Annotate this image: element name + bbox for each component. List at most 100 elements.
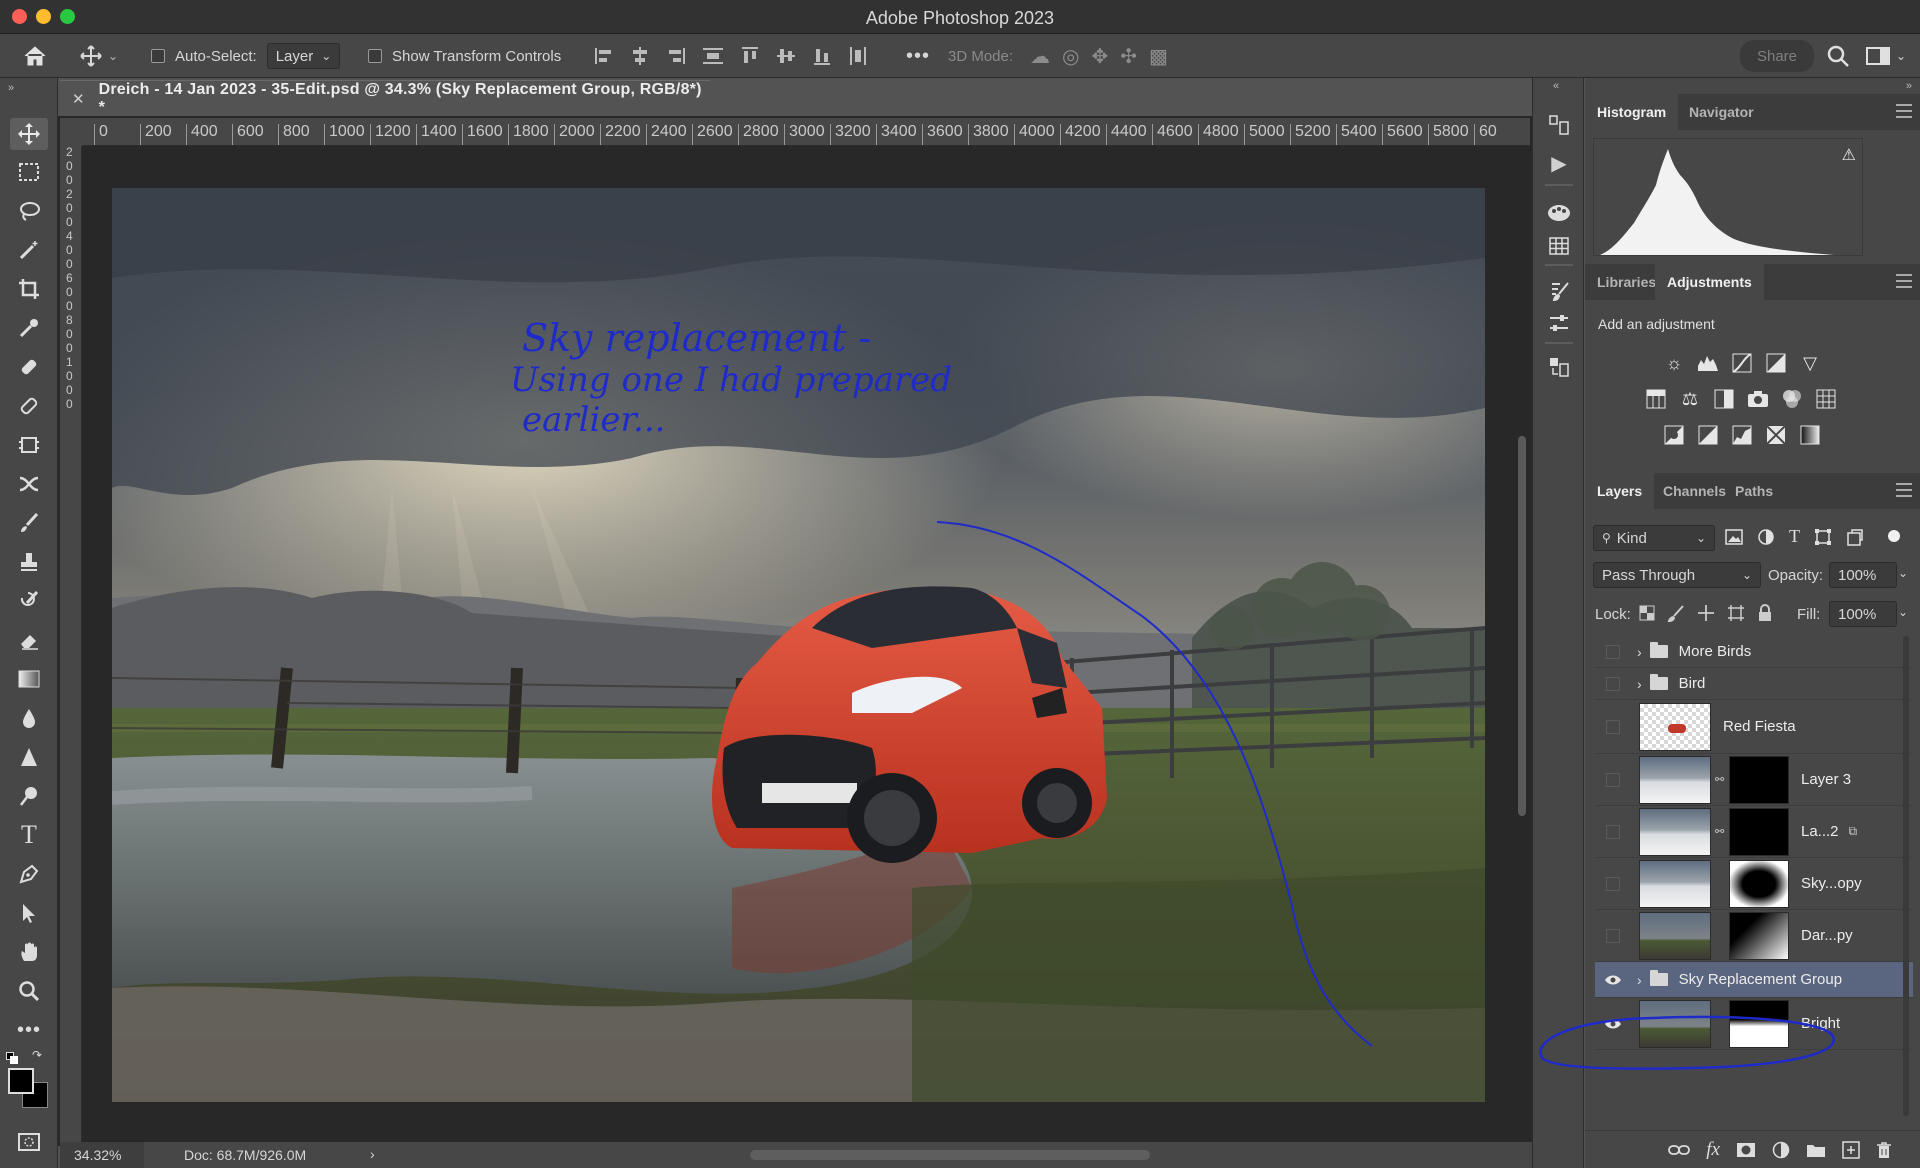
actions-play-icon[interactable]: ▶	[1546, 150, 1572, 176]
horizontal-scroll-thumb[interactable]	[750, 1150, 1150, 1160]
black-white-icon[interactable]	[1713, 388, 1735, 410]
chevron-right-icon[interactable]: ›	[1637, 972, 1642, 988]
visibility-toggle[interactable]	[1603, 874, 1623, 894]
layer-mask-thumbnail[interactable]	[1729, 807, 1789, 856]
type-tool-icon[interactable]: T	[10, 819, 48, 851]
link-icon[interactable]: ⚯	[1715, 773, 1725, 786]
clone-stamp-tool-icon[interactable]	[10, 546, 48, 578]
new-adjustment-layer-icon[interactable]	[1772, 1141, 1790, 1159]
shuffle-tool-icon[interactable]	[10, 468, 48, 500]
brush-settings-icon[interactable]	[1546, 278, 1572, 304]
healing-brush-tool-icon[interactable]	[10, 351, 48, 383]
document-tab[interactable]: ✕ Dreich - 14 Jan 2023 - 35-Edit.psd @ 3…	[60, 80, 710, 116]
distribute-icon[interactable]	[702, 46, 724, 66]
layer-style-fx-icon[interactable]: fx	[1706, 1139, 1720, 1161]
more-options-icon[interactable]: •••	[906, 34, 930, 78]
swatches-palette-icon[interactable]	[1546, 200, 1572, 226]
blur-tool-icon[interactable]	[10, 702, 48, 734]
ruler-origin[interactable]	[60, 118, 82, 146]
layers-scrollbar[interactable]	[1903, 636, 1909, 1116]
3d-pan-icon[interactable]: ✥	[1091, 44, 1108, 69]
collapse-toolbar-icon[interactable]: »	[8, 82, 14, 94]
workspace-switcher[interactable]: ⌄	[1866, 34, 1906, 78]
horizontal-ruler[interactable]: 0 200 400 600 800 1000 1200 1400 1600 1800 2000 220…	[82, 118, 1530, 146]
history-panel-icon[interactable]	[1546, 112, 1572, 138]
filter-smart-object-icon[interactable]	[1846, 528, 1864, 546]
home-icon[interactable]	[22, 34, 48, 78]
swap-colors-icon[interactable]: ↷	[32, 1048, 42, 1062]
vertical-ruler[interactable]: 2002004006008001000	[60, 146, 82, 1142]
spot-healing-tool-icon[interactable]	[10, 390, 48, 422]
visibility-toggle[interactable]	[1603, 770, 1623, 790]
path-selection-tool-icon[interactable]	[10, 897, 48, 929]
properties-sliders-icon[interactable]	[1546, 310, 1572, 336]
expand-panels-icon[interactable]: «	[1553, 80, 1559, 92]
3d-roll-icon[interactable]: ◎	[1062, 44, 1079, 69]
align-top-icon[interactable]	[740, 46, 760, 66]
add-mask-icon[interactable]	[1736, 1142, 1756, 1158]
color-lookup-icon[interactable]	[1815, 388, 1837, 410]
default-colors-icon[interactable]	[6, 1052, 22, 1064]
selective-color-icon[interactable]	[1765, 424, 1787, 446]
layer-row[interactable]: ⚯ Layer 3	[1595, 754, 1913, 806]
document-size-info[interactable]: Doc: 68.7M/926.0M	[184, 1147, 306, 1163]
vibrance-icon[interactable]: ▽	[1799, 352, 1821, 374]
photo-filter-icon[interactable]	[1747, 388, 1769, 410]
show-transform-checkbox[interactable]	[368, 49, 382, 63]
lock-image-icon[interactable]	[1667, 604, 1685, 622]
lock-position-icon[interactable]	[1697, 604, 1715, 622]
layer-row[interactable]: › Bird	[1595, 668, 1913, 700]
3d-slide-icon[interactable]: ✣	[1120, 44, 1137, 69]
chevron-right-icon[interactable]: ›	[1637, 644, 1642, 660]
new-group-icon[interactable]	[1806, 1142, 1826, 1158]
hue-saturation-icon[interactable]	[1645, 388, 1667, 410]
share-button[interactable]: Share	[1740, 40, 1814, 72]
align-center-icon[interactable]	[630, 46, 650, 66]
brush-tool-icon[interactable]	[10, 507, 48, 539]
panel-menu-icon[interactable]	[1896, 483, 1912, 497]
visibility-toggle[interactable]	[1603, 642, 1623, 662]
filter-pixel-icon[interactable]	[1725, 528, 1743, 545]
tab-histogram[interactable]: Histogram	[1585, 94, 1679, 130]
layer-filter-dropdown[interactable]: ⚲ Kind ⌄	[1593, 525, 1715, 551]
exposure-icon[interactable]	[1765, 352, 1787, 374]
link-icon[interactable]: ⚯	[1715, 825, 1725, 838]
layer-row[interactable]: › Sky Replacement Group	[1595, 962, 1913, 998]
layer-row[interactable]: ⚯ La...2 ⧉	[1595, 806, 1913, 858]
3d-orbit-icon[interactable]: ☁	[1030, 44, 1050, 69]
fill-field[interactable]: 100%	[1829, 601, 1897, 627]
crop-tool-icon[interactable]	[10, 273, 48, 305]
align-middle-icon[interactable]	[776, 46, 796, 66]
lock-artboard-icon[interactable]	[1727, 604, 1745, 622]
content-aware-tool-icon[interactable]	[10, 429, 48, 461]
history-brush-tool-icon[interactable]	[10, 585, 48, 617]
grid-panel-icon[interactable]	[1546, 233, 1572, 259]
eraser-tool-icon[interactable]	[10, 624, 48, 656]
lock-transparent-icon[interactable]	[1639, 605, 1655, 621]
layer-mask-thumbnail[interactable]	[1729, 911, 1789, 960]
eyedropper-tool-icon[interactable]	[10, 312, 48, 344]
gradient-tool-icon[interactable]	[10, 663, 48, 695]
blend-mode-dropdown[interactable]: Pass Through ⌄	[1593, 562, 1761, 588]
zoom-level-field[interactable]: 34.32%	[60, 1142, 144, 1168]
clone-source-icon[interactable]	[1546, 354, 1572, 380]
distribute-vertical-icon[interactable]	[848, 46, 868, 66]
magic-wand-tool-icon[interactable]	[10, 234, 48, 266]
posterize-icon[interactable]	[1697, 424, 1719, 446]
lock-all-icon[interactable]	[1757, 604, 1773, 622]
auto-select-checkbox[interactable]	[151, 49, 165, 63]
layer-mask-thumbnail[interactable]	[1729, 755, 1789, 804]
color-balance-icon[interactable]: ⚖	[1679, 388, 1701, 410]
marquee-tool-icon[interactable]	[10, 156, 48, 188]
search-icon[interactable]	[1826, 34, 1850, 78]
visibility-toggle[interactable]	[1603, 822, 1623, 842]
visibility-toggle[interactable]	[1603, 717, 1623, 737]
tab-layers[interactable]: Layers	[1585, 473, 1655, 509]
chevron-down-icon[interactable]: ⌄	[1898, 566, 1908, 580]
layer-row[interactable]: Dar...py	[1595, 910, 1913, 962]
layer-row[interactable]: › More Birds	[1595, 636, 1913, 668]
filter-adjustment-icon[interactable]	[1757, 528, 1775, 546]
panel-menu-icon[interactable]	[1896, 274, 1912, 288]
collapse-panels-icon[interactable]: »	[1906, 80, 1912, 92]
layer-row[interactable]: Sky...opy	[1595, 858, 1913, 910]
